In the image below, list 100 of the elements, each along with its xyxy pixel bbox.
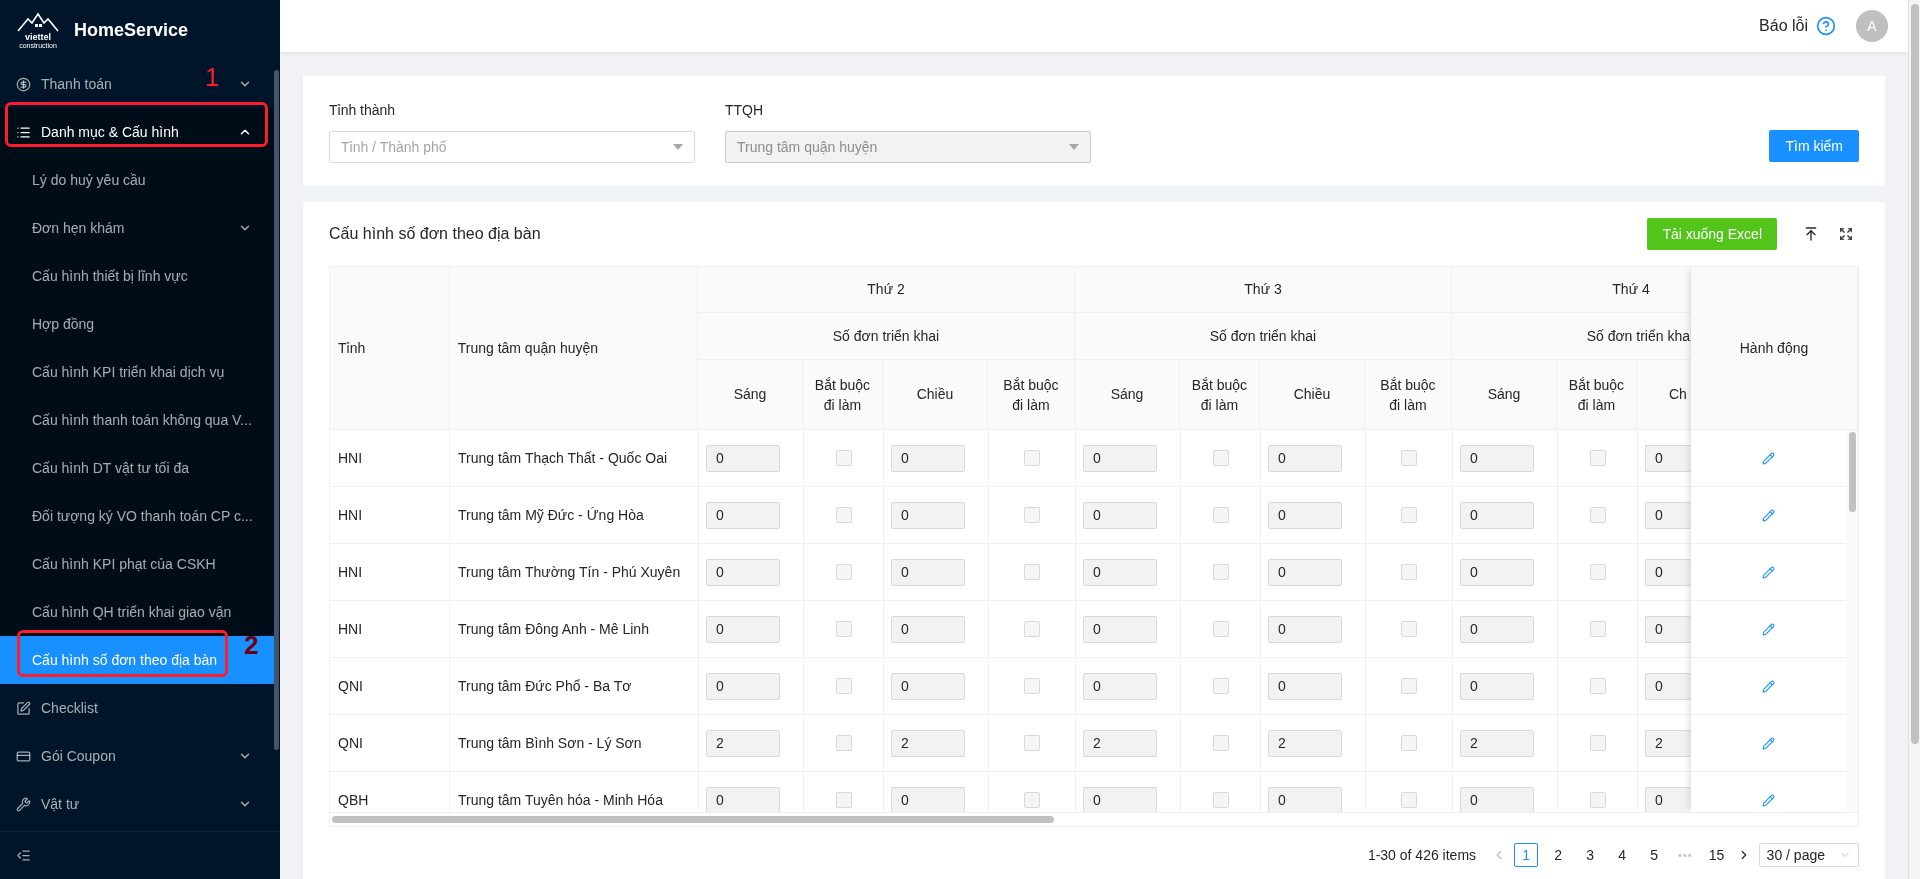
number-field[interactable]: 2 (706, 729, 780, 757)
page-scrollbar[interactable] (1910, 4, 1919, 744)
number-field[interactable]: 0 (1460, 615, 1534, 643)
number-field[interactable]: 2 (1460, 729, 1534, 757)
number-field[interactable]: 0 (1268, 558, 1342, 586)
page-button[interactable]: 2 (1546, 843, 1571, 867)
checkbox[interactable] (835, 450, 852, 466)
number-field[interactable]: 2 (1268, 729, 1342, 757)
submenu-item[interactable]: Cấu hình KPI phạt của CSKH (0, 540, 274, 588)
number-field[interactable]: 0 (891, 501, 965, 529)
collapse-icon[interactable] (16, 848, 31, 863)
page-button[interactable]: 4 (1610, 843, 1635, 867)
menu-item[interactable]: Checklist (0, 684, 180, 732)
number-field[interactable]: 0 (891, 672, 965, 700)
number-field[interactable]: 0 (1083, 672, 1157, 700)
number-field[interactable]: 0 (1268, 444, 1342, 472)
vertical-scrollbar[interactable] (1848, 432, 1856, 512)
number-field[interactable]: 0 (1460, 672, 1534, 700)
checkbox[interactable] (1589, 792, 1606, 808)
checkbox[interactable] (1212, 678, 1229, 694)
number-field[interactable]: 0 (1645, 501, 1691, 529)
number-field[interactable]: 0 (1645, 672, 1691, 700)
menu-item[interactable]: Danh mục & Cấu hình (0, 108, 274, 156)
number-field[interactable]: 0 (1083, 444, 1157, 472)
checkbox[interactable] (1589, 564, 1606, 580)
edit-icon[interactable] (1762, 451, 1775, 465)
number-field[interactable]: 0 (1083, 786, 1157, 812)
number-field[interactable]: 0 (706, 501, 780, 529)
page-size-select[interactable]: 30 / page (1758, 843, 1859, 867)
submenu-item[interactable]: Đối tượng ký VO thanh toán CP c... (0, 492, 274, 540)
checkbox[interactable] (835, 564, 852, 580)
checkbox[interactable] (1024, 678, 1040, 694)
checkbox[interactable] (1401, 621, 1417, 637)
submenu-item[interactable]: Hợp đồng (0, 300, 274, 348)
checkbox[interactable] (1401, 678, 1417, 694)
checkbox[interactable] (835, 507, 852, 523)
checkbox[interactable] (1024, 564, 1040, 580)
edit-icon[interactable] (1762, 736, 1775, 750)
number-field[interactable]: 0 (1645, 558, 1691, 586)
checkbox[interactable] (1589, 507, 1606, 523)
checkbox[interactable] (1024, 792, 1040, 808)
checkbox[interactable] (1212, 621, 1229, 637)
report-link[interactable]: Báo lỗi (1759, 14, 1808, 38)
page-button[interactable]: 3 (1578, 843, 1603, 867)
number-field[interactable]: 0 (1083, 615, 1157, 643)
checkbox[interactable] (1401, 450, 1417, 466)
checkbox[interactable] (1212, 450, 1229, 466)
submenu-item[interactable]: Cấu hình thanh toán không qua V... (0, 396, 274, 444)
number-field[interactable]: 0 (891, 615, 965, 643)
checkbox[interactable] (1589, 735, 1606, 751)
checkbox[interactable] (1589, 450, 1606, 466)
edit-icon[interactable] (1762, 793, 1775, 807)
row-height-icon[interactable] (1803, 226, 1819, 242)
number-field[interactable]: 0 (1268, 501, 1342, 529)
checkbox[interactable] (1212, 792, 1229, 808)
checkbox[interactable] (835, 735, 852, 751)
page-button[interactable]: 15 (1704, 843, 1729, 867)
checkbox[interactable] (835, 678, 852, 694)
checkbox[interactable] (1024, 450, 1040, 466)
submenu-item[interactable]: Cấu hình DT vật tư tối đa (0, 444, 274, 492)
edit-icon[interactable] (1762, 508, 1775, 522)
checkbox[interactable] (1024, 621, 1040, 637)
number-field[interactable]: 0 (891, 558, 965, 586)
number-field[interactable]: 0 (1645, 786, 1691, 812)
horizontal-scrollbar[interactable] (332, 816, 1054, 823)
number-field[interactable]: 0 (1460, 501, 1534, 529)
checkbox[interactable] (1401, 792, 1417, 808)
number-field[interactable]: 2 (891, 729, 965, 757)
number-field[interactable]: 0 (706, 558, 780, 586)
sidebar-scrollbar[interactable] (274, 70, 279, 750)
menu-item[interactable]: Vật tư (0, 780, 180, 828)
checkbox[interactable] (1024, 507, 1040, 523)
number-field[interactable]: 0 (891, 444, 965, 472)
checkbox[interactable] (1589, 678, 1606, 694)
number-field[interactable]: 0 (706, 615, 780, 643)
checkbox[interactable] (1401, 507, 1417, 523)
number-field[interactable]: 0 (1645, 615, 1691, 643)
menu-item[interactable]: Gói Coupon (0, 732, 180, 780)
submenu-item[interactable]: Đơn hẹn khám (0, 204, 274, 252)
number-field[interactable]: 0 (1460, 786, 1534, 812)
checkbox[interactable] (1212, 564, 1229, 580)
number-field[interactable]: 0 (1268, 672, 1342, 700)
number-field[interactable]: 2 (1083, 729, 1157, 757)
checkbox[interactable] (835, 792, 852, 808)
number-field[interactable]: 0 (1083, 501, 1157, 529)
submenu-item[interactable]: Cấu hình thiết bị lĩnh vực (0, 252, 274, 300)
number-field[interactable]: 0 (706, 786, 780, 812)
number-field[interactable]: 0 (706, 444, 780, 472)
checkbox[interactable] (1401, 564, 1417, 580)
checkbox[interactable] (1212, 735, 1229, 751)
edit-icon[interactable] (1762, 622, 1775, 636)
number-field[interactable]: 0 (1268, 615, 1342, 643)
checkbox[interactable] (835, 621, 852, 637)
checkbox[interactable] (1589, 621, 1606, 637)
checkbox[interactable] (1401, 735, 1417, 751)
number-field[interactable]: 0 (1083, 558, 1157, 586)
number-field[interactable]: 0 (1645, 444, 1691, 472)
number-field[interactable]: 0 (1268, 786, 1342, 812)
menu-item[interactable]: Thanh toán (0, 60, 180, 108)
submenu-item[interactable]: Lý do huỷ yêu cầu (0, 156, 274, 204)
